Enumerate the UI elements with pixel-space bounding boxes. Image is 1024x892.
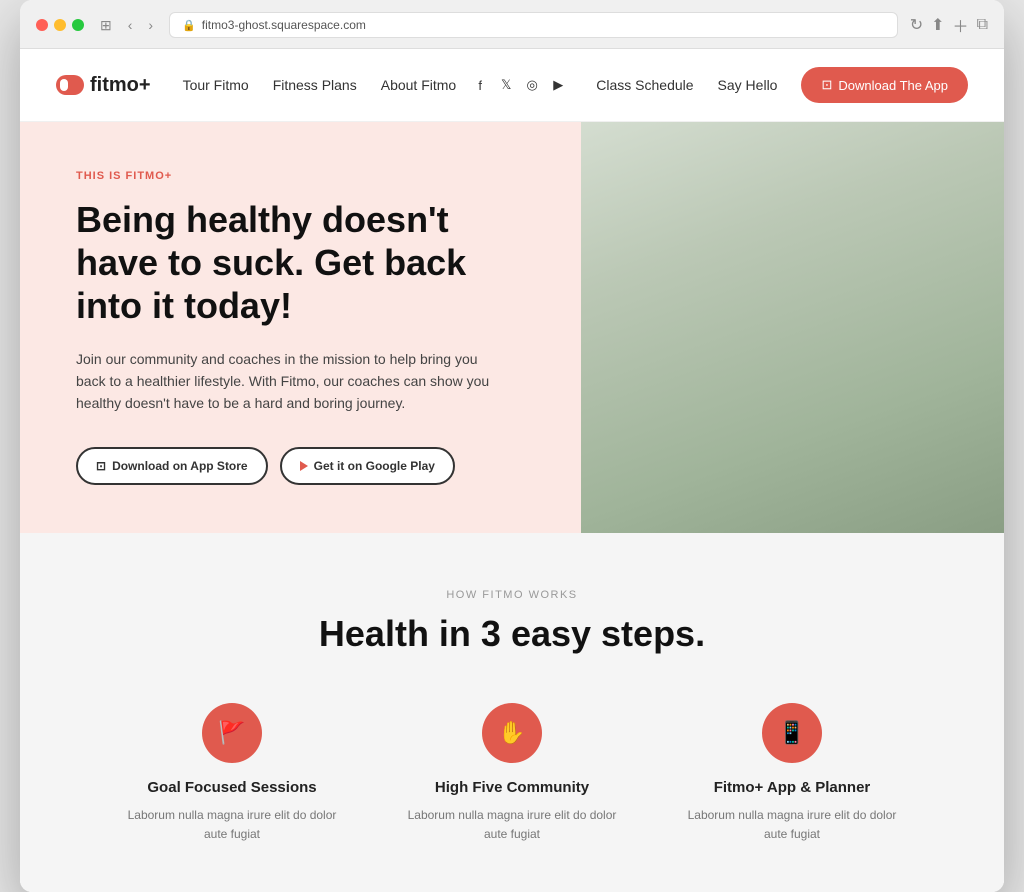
play-icon <box>300 461 308 471</box>
nav-link-about[interactable]: About Fitmo <box>381 77 456 93</box>
sidebar-toggle-button[interactable]: ⊞ <box>96 15 116 36</box>
navbar: fitmo+ Tour Fitmo Fitness Plans About Fi… <box>20 49 1004 122</box>
share-button[interactable]: ⬆ <box>931 13 944 37</box>
how-it-works-section: HOW FITMO WORKS Health in 3 easy steps. … <box>20 533 1004 892</box>
site-content: fitmo+ Tour Fitmo Fitness Plans About Fi… <box>20 49 1004 892</box>
address-bar[interactable]: 🔒 fitmo3-ghost.squarespace.com <box>169 12 898 38</box>
app-store-button[interactable]: ⊡ Download on App Store <box>76 447 268 485</box>
download-icon: ⊡ <box>821 77 832 93</box>
minimize-button[interactable] <box>54 19 66 31</box>
steps-grid: 🚩 Goal Focused Sessions Laborum nulla ma… <box>56 703 968 844</box>
step-item-3: 📱 Fitmo+ App & Planner Laborum nulla mag… <box>652 703 932 844</box>
nav-link-schedule[interactable]: Class Schedule <box>596 77 693 93</box>
back-button[interactable]: ‹ <box>124 15 137 35</box>
nav-links: Tour Fitmo Fitness Plans About Fitmo <box>183 77 457 93</box>
nav-item-fitness[interactable]: Fitness Plans <box>273 77 357 93</box>
logo[interactable]: fitmo+ <box>56 74 151 97</box>
step-icon-2: ✋ <box>482 703 542 763</box>
maximize-button[interactable] <box>72 19 84 31</box>
download-label: Download The App <box>838 78 948 93</box>
browser-actions: ↻ ⬆ ＋ ⧉ <box>910 13 988 37</box>
new-tab-button[interactable]: ＋ <box>953 13 969 37</box>
forward-button[interactable]: › <box>144 15 157 35</box>
step-title-3: Fitmo+ App & Planner <box>714 779 871 796</box>
nav-link-tour[interactable]: Tour Fitmo <box>183 77 249 93</box>
hero-headline: Being healthy doesn't have to suck. Get … <box>76 198 476 328</box>
instagram-icon[interactable]: ◎ <box>524 77 540 93</box>
appstore-label: Download on App Store <box>112 459 248 473</box>
google-play-button[interactable]: Get it on Google Play <box>280 447 455 485</box>
step-item-2: ✋ High Five Community Laborum nulla magn… <box>372 703 652 844</box>
hero-buttons: ⊡ Download on App Store Get it on Google… <box>76 447 533 485</box>
youtube-icon[interactable]: ▶ <box>550 77 566 93</box>
traffic-lights <box>36 19 84 31</box>
browser-window: ⊞ ‹ › 🔒 fitmo3-ghost.squarespace.com ↻ ⬆… <box>20 0 1004 892</box>
highfive-icon: ✋ <box>498 720 525 746</box>
logo-icon <box>56 75 84 95</box>
app-icon: 📱 <box>778 720 805 746</box>
hero-left: THIS IS FITMO+ Being healthy doesn't hav… <box>20 122 581 533</box>
nav-item-about[interactable]: About Fitmo <box>381 77 456 93</box>
logo-text: fitmo+ <box>90 74 151 97</box>
step-body-2: Laborum nulla magna irure elit do dolor … <box>396 806 628 844</box>
section-tag: HOW FITMO WORKS <box>56 589 968 601</box>
browser-controls: ⊞ ‹ › <box>96 15 157 36</box>
section-headline: Health in 3 easy steps. <box>56 613 968 655</box>
facebook-icon[interactable]: f <box>472 77 488 93</box>
goal-icon: 🚩 <box>218 720 245 746</box>
step-body-1: Laborum nulla magna irure elit do dolor … <box>116 806 348 844</box>
step-title-2: High Five Community <box>435 779 589 796</box>
step-item-1: 🚩 Goal Focused Sessions Laborum nulla ma… <box>92 703 372 844</box>
nav-item-tour[interactable]: Tour Fitmo <box>183 77 249 93</box>
download-app-button[interactable]: ⊡ Download The App <box>801 67 968 103</box>
step-icon-1: 🚩 <box>202 703 262 763</box>
appstore-icon: ⊡ <box>96 459 106 473</box>
nav-right: Class Schedule Say Hello ⊡ Download The … <box>596 67 968 103</box>
step-body-3: Laborum nulla magna irure elit do dolor … <box>676 806 908 844</box>
hero-section: THIS IS FITMO+ Being healthy doesn't hav… <box>20 122 1004 533</box>
step-title-1: Goal Focused Sessions <box>147 779 316 796</box>
hero-bg <box>581 122 1004 533</box>
hero-right <box>581 122 1004 533</box>
twitter-icon[interactable]: 𝕏 <box>498 77 514 93</box>
reload-button[interactable]: ↻ <box>910 13 923 37</box>
lock-icon: 🔒 <box>182 19 196 32</box>
social-icons: f 𝕏 ◎ ▶ <box>472 77 566 93</box>
tabs-button[interactable]: ⧉ <box>977 13 988 37</box>
browser-chrome: ⊞ ‹ › 🔒 fitmo3-ghost.squarespace.com ↻ ⬆… <box>20 0 1004 49</box>
googleplay-label: Get it on Google Play <box>314 459 435 473</box>
hero-tag: THIS IS FITMO+ <box>76 170 533 182</box>
nav-link-fitness[interactable]: Fitness Plans <box>273 77 357 93</box>
hero-body: Join our community and coaches in the mi… <box>76 348 496 415</box>
nav-link-hello[interactable]: Say Hello <box>718 77 778 93</box>
close-button[interactable] <box>36 19 48 31</box>
url-text: fitmo3-ghost.squarespace.com <box>202 18 366 32</box>
hero-image <box>581 122 1004 533</box>
step-icon-3: 📱 <box>762 703 822 763</box>
